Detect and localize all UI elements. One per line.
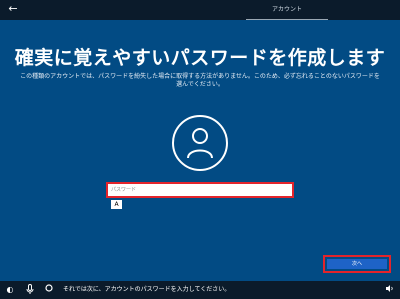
status-text: それでは次に、アカウントのパスワードを入力してください。 — [63, 286, 231, 293]
password-input[interactable] — [109, 185, 291, 195]
password-field-highlight — [106, 182, 294, 198]
back-arrow-icon[interactable]: ← — [6, 2, 20, 16]
ease-of-access-icon[interactable]: ◐ — [4, 284, 16, 296]
page-description: この種類のアカウントでは、パスワードを紛失した場合に取得する方法がありません。こ… — [20, 73, 380, 88]
user-avatar — [172, 115, 228, 171]
volume-icon[interactable] — [383, 284, 395, 296]
top-bar: ← アカウント — [0, 0, 400, 20]
page-title: 確実に覚えやすいパスワードを作成します — [14, 47, 386, 69]
microphone-icon[interactable] — [24, 284, 36, 296]
user-icon — [187, 128, 213, 159]
cortana-circle-icon[interactable] — [43, 284, 55, 296]
ime-mode-indicator: A — [111, 200, 122, 209]
tab-account: アカウント — [246, 0, 328, 20]
next-button-highlight: 次へ — [323, 255, 391, 273]
next-button[interactable]: 次へ — [327, 259, 387, 269]
bottom-bar: ◐ それでは次に、アカウントのパスワードを入力してください。 — [0, 281, 400, 299]
